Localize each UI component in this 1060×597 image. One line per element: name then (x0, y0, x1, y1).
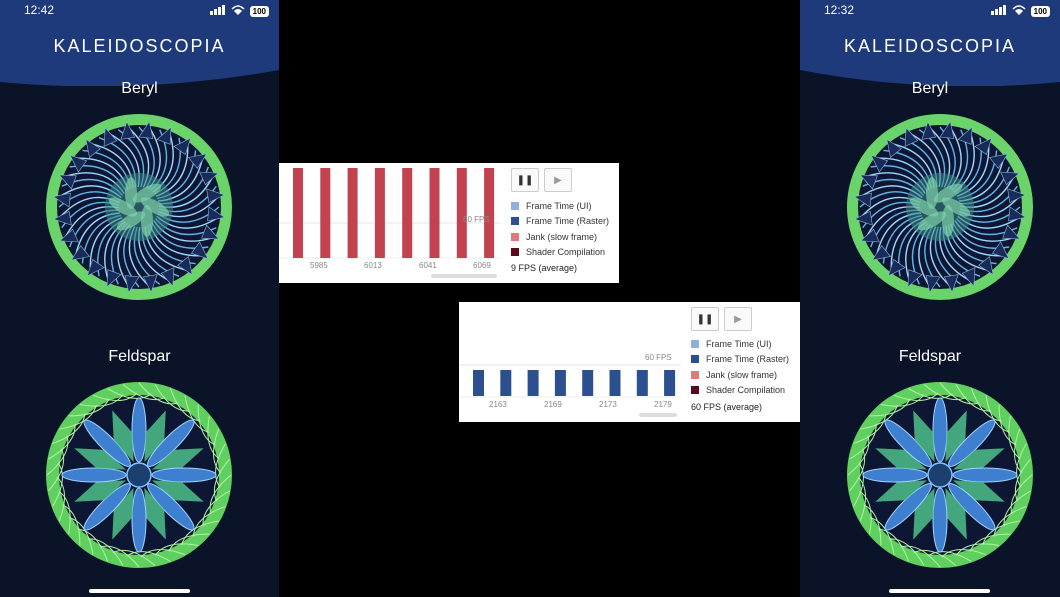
legend-label: Jank (slow frame) (706, 369, 778, 380)
frame-bar (500, 370, 512, 396)
pause-button[interactable]: ❚❚ (691, 307, 719, 331)
pattern-petal (942, 204, 954, 237)
feldspar-pattern[interactable] (846, 381, 1034, 569)
pattern-label-feldspar: Feldspar (108, 348, 171, 365)
legend: Frame Time (UI) Frame Time (Raster) Jank… (511, 198, 609, 260)
timeline-scrollbar[interactable] (639, 413, 677, 417)
wifi-icon (1012, 4, 1026, 18)
play-button[interactable]: ▶ (544, 168, 572, 192)
frame-bar (636, 370, 648, 396)
pattern-label-beryl: Beryl (911, 80, 949, 97)
legend-label: Frame Time (UI) (526, 200, 592, 211)
feldspar-pattern[interactable] (45, 381, 233, 569)
pattern-petal (125, 177, 137, 210)
status-bar: 12:42 100 (0, 0, 279, 22)
frame-bar (527, 370, 539, 396)
pattern-petal (932, 397, 948, 463)
performance-overlay-smooth: 60 FPS 2163 2169 2173 2179 ❚❚ ▶ Frame Ti… (459, 302, 800, 422)
app-title: KALEIDOSCOPIA (843, 36, 1017, 56)
legend-label: Shader Compilation (706, 385, 786, 396)
frame-bar (374, 168, 385, 258)
frame-bar (402, 168, 413, 258)
frame-tick-label: 6013 (364, 261, 382, 270)
pattern-label-feldspar: Feldspar (898, 348, 962, 365)
frame-tick-label: 6041 (419, 261, 437, 270)
pattern-petal (952, 467, 1018, 483)
pattern-petal (141, 204, 153, 237)
signal-icon (209, 4, 226, 18)
frame-bar (609, 370, 621, 396)
legend-swatch-shader (511, 248, 519, 257)
legend-label: Frame Time (Raster) (706, 354, 790, 365)
pattern-core (927, 462, 953, 488)
frame-bar (664, 370, 676, 396)
signal-icon (990, 4, 1007, 18)
clock: 12:42 (24, 3, 55, 17)
frame-tick-label: 2163 (489, 400, 507, 409)
clock: 12:32 (824, 3, 855, 17)
legend-swatch-raster (691, 355, 699, 364)
fps-target-label: 60 FPS (463, 215, 490, 224)
legend-swatch-ui (511, 201, 519, 210)
legend-swatch-jank (691, 370, 699, 379)
status-bar: 12:32 100 (800, 0, 1060, 22)
fps-target-label: 60 FPS (645, 353, 672, 362)
pattern-petal (131, 397, 147, 463)
frame-bar (456, 168, 467, 258)
frame-bar (320, 168, 331, 258)
average-fps: 60 FPS (average) (691, 402, 763, 412)
app-title: KALEIDOSCOPIA (53, 36, 226, 56)
right-phone-screen: 12:32 100 KALEIDOSCOPIA Beryl Feldspar (800, 0, 1060, 597)
beryl-pattern[interactable] (45, 113, 233, 301)
frame-bar (293, 168, 303, 258)
battery-indicator: 100 (1030, 5, 1050, 17)
beryl-pattern[interactable] (846, 113, 1034, 301)
legend-swatch-shader (691, 386, 699, 395)
frame-bar (347, 168, 358, 258)
legend-swatch-jank (511, 232, 519, 241)
frame-bar (484, 168, 495, 258)
wifi-icon (231, 4, 245, 18)
pattern-petal (61, 467, 127, 483)
battery-indicator: 100 (249, 5, 269, 17)
left-phone-screen: 12:42 100 KALEIDOSCOPIA Beryl Feldspar (0, 0, 279, 597)
legend: Frame Time (UI) Frame Time (Raster) Jank… (691, 336, 789, 398)
pattern-petal (151, 467, 217, 483)
legend-label: Frame Time (UI) (706, 338, 772, 349)
frame-tick-label: 6069 (473, 261, 491, 270)
pattern-petal (926, 177, 938, 210)
frame-bar (473, 370, 484, 396)
legend-swatch-raster (511, 217, 519, 226)
frame-bar (554, 370, 566, 396)
timeline-scrollbar[interactable] (431, 274, 497, 278)
pattern-petal (932, 487, 948, 553)
performance-overlay-jank: 60 FPS 5985 6013 6041 6069 ❚❚ ▶ Frame Ti… (279, 163, 619, 283)
frame-tick-label: 2169 (544, 400, 562, 409)
legend-swatch-ui (691, 339, 699, 348)
frame-bar (582, 370, 594, 396)
pattern-label-beryl: Beryl (121, 80, 158, 97)
pattern-petal (862, 467, 928, 483)
legend-label: Shader Compilation (526, 247, 606, 258)
pause-button[interactable]: ❚❚ (511, 168, 539, 192)
average-fps: 9 FPS (average) (511, 263, 578, 273)
pattern-petal (131, 487, 147, 553)
frame-tick-label: 2179 (654, 400, 672, 409)
legend-label: Frame Time (Raster) (526, 216, 610, 227)
play-button[interactable]: ▶ (724, 307, 752, 331)
frame-tick-label: 2173 (599, 400, 617, 409)
pattern-core (126, 462, 152, 488)
home-indicator[interactable] (889, 589, 990, 593)
frame-tick-label: 5985 (310, 261, 328, 270)
frame-bar (429, 168, 440, 258)
legend-label: Jank (slow frame) (526, 231, 598, 242)
home-indicator[interactable] (89, 589, 190, 593)
